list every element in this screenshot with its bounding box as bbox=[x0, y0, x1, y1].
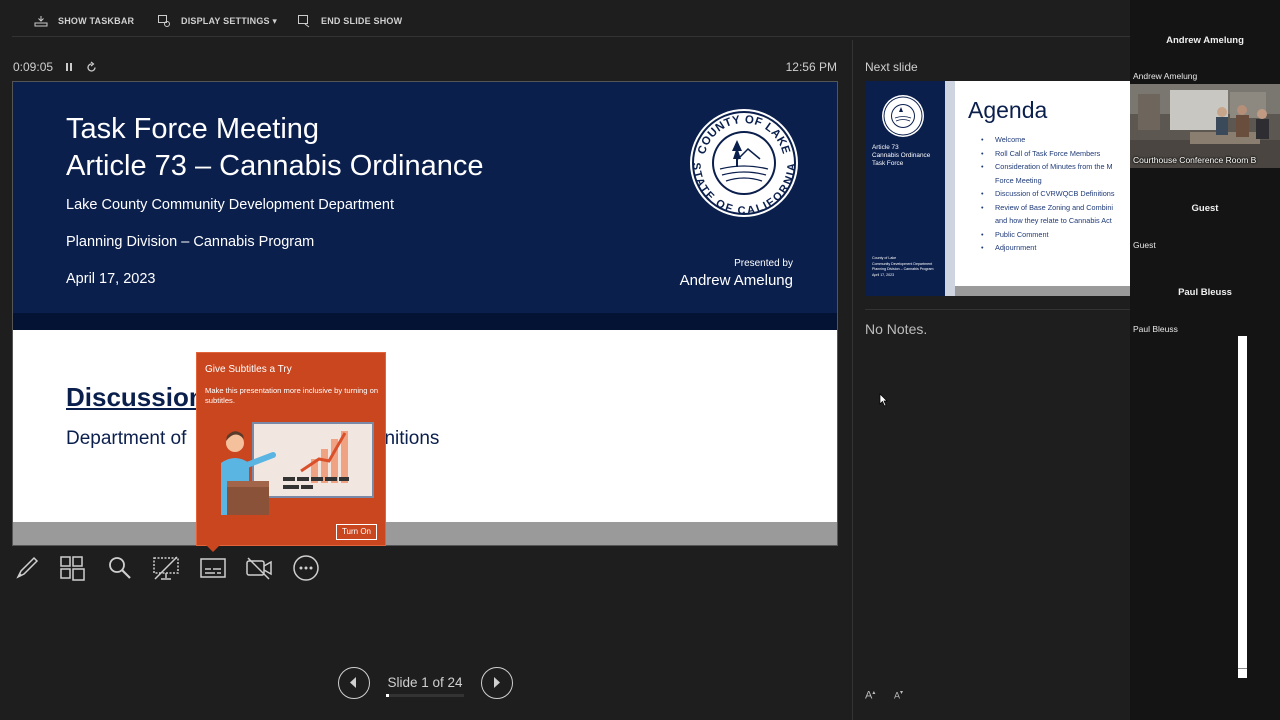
restart-timer-icon[interactable] bbox=[85, 61, 98, 74]
more-options-icon bbox=[293, 555, 319, 581]
display-settings-button[interactable]: DISPLAY SETTINGS ▾ bbox=[157, 14, 277, 28]
presenter-toolbar: SHOW TASKBAR DISPLAY SETTINGS ▾ END SLID… bbox=[0, 0, 1130, 40]
participant-tile-name: Andrew Amelung bbox=[1133, 71, 1198, 81]
tooltip-pointer bbox=[206, 545, 220, 552]
current-time: 12:56 PM bbox=[785, 60, 837, 74]
see-all-slides-button[interactable] bbox=[59, 554, 87, 582]
next-slide-seal-logo bbox=[882, 95, 924, 137]
slide-date: April 17, 2023 bbox=[66, 271, 156, 287]
display-settings-label: DISPLAY SETTINGS ▾ bbox=[181, 15, 278, 26]
next-slide-sidebar: Article 73 Cannabis Ordinance Task Force… bbox=[865, 81, 945, 296]
turn-on-subtitles-button[interactable]: Turn On bbox=[335, 524, 377, 540]
slide-progress-fill bbox=[386, 694, 390, 697]
participant-name: Guest bbox=[1191, 203, 1219, 214]
toolbar-divider bbox=[12, 36, 1130, 37]
next-slide-side-footer: County of Lake Community Development Dep… bbox=[872, 256, 934, 277]
next-slide-side-title: Article 73 Cannabis Ordinance Task Force bbox=[872, 144, 931, 167]
slide-counter[interactable]: Slide 1 of 24 bbox=[386, 675, 464, 690]
more-options-button[interactable] bbox=[292, 554, 320, 582]
tooltip-title: Give Subtitles a Try bbox=[205, 364, 292, 375]
pause-icon[interactable] bbox=[63, 61, 75, 73]
scroll-down-arrow-icon[interactable] bbox=[1238, 668, 1247, 678]
slide-subheading-left: Department of bbox=[66, 428, 187, 449]
black-screen-button[interactable] bbox=[152, 554, 180, 582]
participant-name: Paul Bleuss bbox=[1178, 287, 1232, 298]
taskbar-icon bbox=[34, 16, 48, 27]
camera-off-icon bbox=[246, 557, 272, 580]
end-slide-show-button[interactable]: END SLIDE SHOW bbox=[297, 14, 402, 28]
decrease-font-button[interactable]: A▾ bbox=[894, 689, 903, 702]
zoom-button[interactable] bbox=[106, 554, 134, 582]
display-settings-icon bbox=[158, 15, 170, 27]
show-taskbar-label: SHOW TASKBAR bbox=[58, 16, 135, 26]
participant-tile-name: Paul Bleuss bbox=[1133, 324, 1178, 334]
presenter-name: Andrew Amelung bbox=[679, 272, 793, 289]
arrow-right-icon bbox=[494, 677, 500, 688]
agenda-item: Welcome bbox=[981, 133, 1130, 147]
mouse-cursor-icon bbox=[879, 393, 888, 407]
next-slide-label: Next slide bbox=[865, 60, 918, 74]
subtitles-tooltip: Give Subtitles a Try Make this presentat… bbox=[196, 352, 386, 546]
slide-progress-bar bbox=[386, 694, 464, 697]
slide-header-band bbox=[13, 313, 837, 330]
slide-department: Lake County Community Development Depart… bbox=[66, 197, 395, 213]
slide-footer-bar bbox=[13, 522, 837, 545]
notes-divider bbox=[865, 309, 1130, 310]
see-all-slides-icon bbox=[60, 556, 85, 581]
pen-tool-button[interactable] bbox=[13, 554, 41, 582]
current-slide[interactable]: Task Force Meeting Article 73 – Cannabis… bbox=[12, 81, 838, 546]
next-slide-separator bbox=[945, 81, 955, 296]
agenda-item: Review of Base Zoning and Combini and ho… bbox=[981, 201, 1130, 228]
next-slide-footer-bar bbox=[955, 286, 1130, 296]
video-location-label: Courthouse Conference Room B bbox=[1133, 155, 1257, 165]
slide-header: Task Force Meeting Article 73 – Cannabis… bbox=[13, 82, 837, 313]
panel-divider bbox=[852, 40, 853, 720]
county-seal-logo: COUNTY OF LAKE STATE OF CALIFORNIA bbox=[690, 109, 798, 217]
participant-name: Andrew Amelung bbox=[1166, 35, 1244, 46]
participant-tile-name: Guest bbox=[1133, 240, 1156, 250]
black-screen-icon bbox=[153, 556, 179, 580]
arrow-left-icon bbox=[350, 677, 356, 688]
pen-icon bbox=[16, 556, 39, 579]
participants-scrollbar[interactable] bbox=[1238, 336, 1247, 678]
agenda-item: Consideration of Minutes from the M Forc… bbox=[981, 160, 1130, 187]
next-slide-title: Agenda bbox=[968, 97, 1048, 123]
zoom-icon bbox=[109, 557, 131, 579]
tooltip-body: Make this presentation more inclusive by… bbox=[205, 386, 379, 405]
elapsed-timer: 0:09:05 bbox=[13, 60, 54, 74]
camera-toggle-button[interactable] bbox=[245, 554, 273, 582]
slide-title: Task Force Meeting Article 73 – Cannabis… bbox=[66, 113, 484, 182]
agenda-item: Roll Call of Task Force Members bbox=[981, 147, 1130, 161]
presented-by-label: Presented by bbox=[734, 258, 793, 269]
speaker-notes[interactable]: No Notes. bbox=[865, 321, 927, 337]
previous-slide-button[interactable] bbox=[338, 667, 370, 699]
show-taskbar-button[interactable]: SHOW TASKBAR bbox=[34, 14, 134, 28]
next-slide-button[interactable] bbox=[481, 667, 513, 699]
slide-division: Planning Division – Cannabis Program bbox=[66, 234, 315, 250]
subtitles-button[interactable] bbox=[199, 554, 227, 582]
next-slide-preview[interactable]: Article 73 Cannabis Ordinance Task Force… bbox=[865, 81, 1130, 296]
agenda-item: Public Comment bbox=[981, 228, 1130, 242]
agenda-item: Adjournment bbox=[981, 241, 1130, 255]
increase-font-button[interactable]: A▴ bbox=[865, 689, 875, 702]
slide-discussion-heading: Discussion bbox=[66, 382, 205, 412]
end-slide-show-label: END SLIDE SHOW bbox=[321, 16, 403, 26]
presenter-illustration bbox=[221, 422, 374, 515]
agenda-list: Welcome Roll Call of Task Force Members … bbox=[981, 133, 1130, 255]
agenda-item: Discussion of CVRWQCB Definitions bbox=[981, 187, 1130, 201]
end-slideshow-icon bbox=[298, 15, 310, 28]
participants-panel: Andrew Amelung Andrew Amelung Courthouse… bbox=[1130, 0, 1280, 720]
subtitles-icon bbox=[200, 558, 226, 578]
